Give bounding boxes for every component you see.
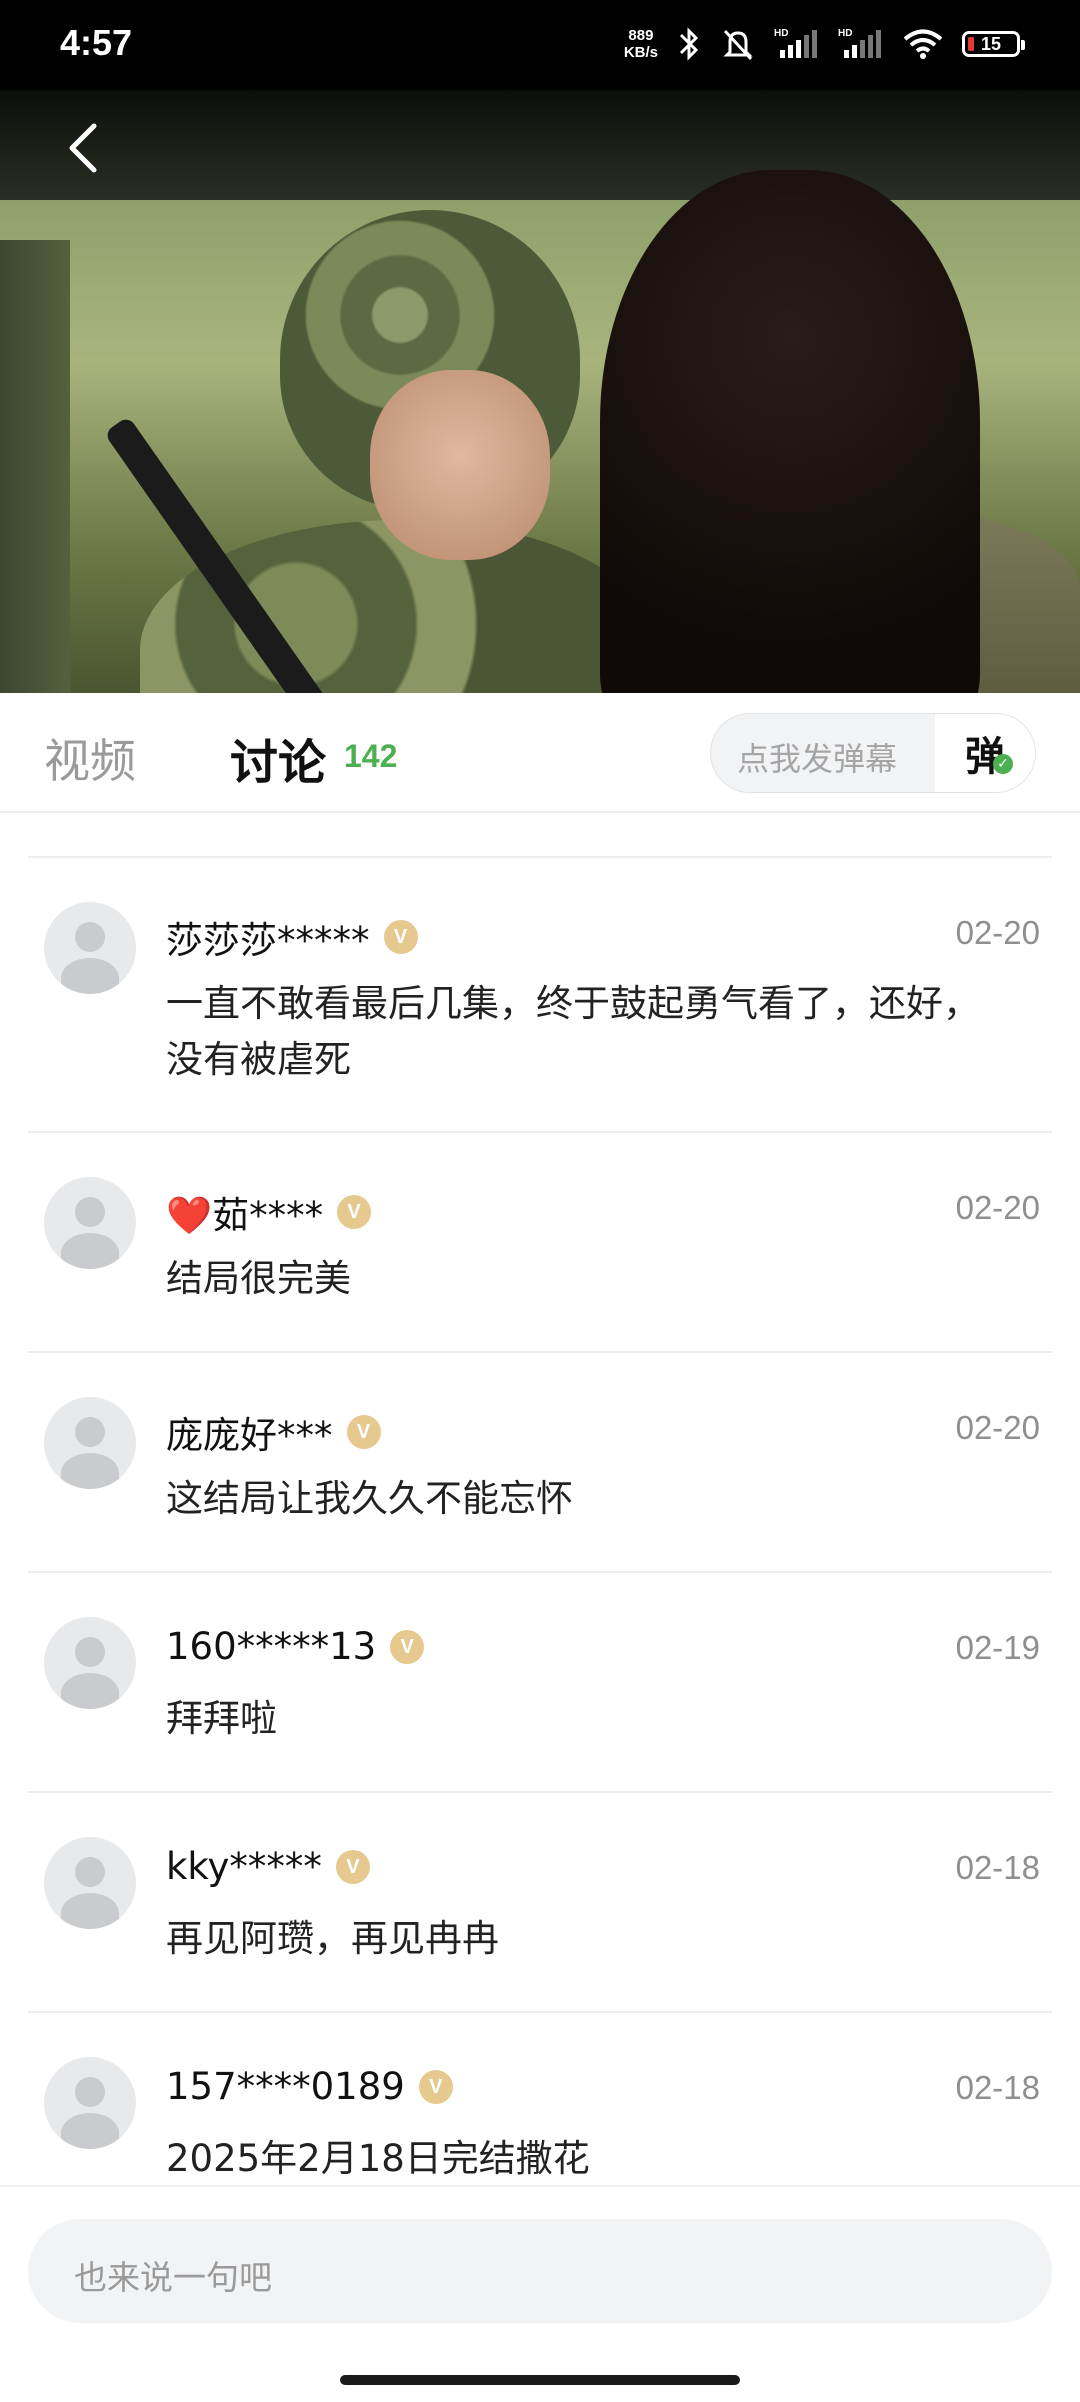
avatar[interactable] — [44, 902, 136, 994]
video-player[interactable] — [0, 90, 1080, 693]
comment-text: 一直不敢看最后几集，终于鼓起勇气看了，还好，没有被虐死 — [166, 982, 980, 1081]
comment-text: 拜拜啦 — [166, 1697, 277, 1740]
comment-username[interactable]: 157****0189 V — [166, 2065, 453, 2108]
network-speed: 889 KB/s — [623, 27, 658, 61]
verified-badge-icon: V — [346, 1415, 381, 1449]
comment-item[interactable]: ❤️茹**** V 02-20 结局很完美 — [28, 1133, 1052, 1353]
verified-badge-icon: V — [335, 1849, 370, 1884]
check-icon: ✓ — [993, 754, 1013, 774]
comment-username[interactable]: 160*****13 V — [166, 1625, 425, 1668]
bell-muted-icon — [723, 29, 753, 61]
signal-icon-1: HD — [774, 28, 817, 58]
verified-badge-icon: V — [418, 2069, 453, 2104]
tab-discussion[interactable]: 讨论 — [230, 723, 326, 793]
comment-date: 02-19 — [955, 1629, 1040, 1666]
tab-video[interactable]: 视频 — [44, 725, 136, 791]
comment-text: 再见阿瓒，再见冉冉 — [166, 1917, 499, 1960]
danmu-input[interactable]: 点我发弹幕 — [737, 734, 897, 780]
verified-badge-icon: V — [337, 1195, 372, 1229]
avatar[interactable] — [44, 1837, 136, 1929]
verified-badge-icon: V — [390, 1629, 425, 1664]
discussion-count: 142 — [344, 738, 398, 774]
danmu-input-box[interactable]: 点我发弹幕 弹 ✓ — [710, 713, 1036, 793]
comment-text: 这结局让我久久不能忘怀 — [166, 1477, 573, 1520]
battery-icon: 15 — [962, 31, 1025, 57]
comment-date: 02-20 — [955, 1189, 1040, 1226]
comment-item[interactable]: kky***** V 02-18 再见阿瓒，再见冉冉 — [28, 1793, 1052, 2013]
status-time: 4:57 — [60, 22, 133, 63]
comment-username[interactable]: 庞庞好*** V — [166, 1405, 381, 1459]
back-arrow-icon[interactable] — [62, 120, 106, 176]
svg-text:HD: HD — [774, 28, 788, 39]
avatar[interactable] — [44, 1617, 136, 1709]
danmu-toggle-button[interactable]: 弹 ✓ — [935, 714, 1035, 792]
comment-text: 2025年2月18日完结撒花 — [166, 2137, 590, 2180]
comment-item[interactable]: 莎莎莎***** V 02-20 一直不敢看最后几集，终于鼓起勇气看了，还好，没… — [28, 858, 1052, 1133]
bottom-input-bar: 也来说一句吧 — [0, 2185, 1080, 2402]
avatar[interactable] — [44, 1177, 136, 1269]
wifi-icon — [903, 29, 943, 59]
comment-date: 02-18 — [955, 2069, 1040, 2106]
home-indicator[interactable] — [340, 2375, 740, 2385]
comment-date: 02-18 — [955, 1849, 1040, 1886]
svg-text:HD: HD — [838, 28, 852, 39]
status-icons: 889 KB/s HD HD 15 — [623, 26, 1025, 62]
avatar[interactable] — [44, 1397, 136, 1489]
bluetooth-icon — [679, 27, 699, 61]
comment-item[interactable]: 160*****13 V 02-19 拜拜啦 — [28, 1573, 1052, 1793]
comment-item[interactable]: 庞庞好*** V 02-20 这结局让我久久不能忘怀 — [28, 1353, 1052, 1573]
tab-bar: 视频 讨论 142 点我发弹幕 弹 ✓ — [0, 693, 1080, 813]
status-bar: 4:57 889 KB/s HD HD 15 — [0, 0, 1080, 90]
verified-badge-icon: V — [383, 920, 418, 954]
signal-icon-2: HD — [838, 28, 881, 58]
comment-username[interactable]: 莎莎莎***** V — [166, 910, 418, 964]
comment-username[interactable]: kky***** V — [166, 1845, 370, 1888]
comment-username[interactable]: ❤️茹**** V — [166, 1185, 372, 1239]
comment-text: 结局很完美 — [166, 1257, 351, 1300]
comment-item[interactable]: 157****0189 V 02-18 2025年2月18日完结撒花 — [28, 2013, 1052, 2185]
comment-list[interactable]: 莎莎莎***** V 02-20 一直不敢看最后几集，终于鼓起勇气看了，还好，没… — [0, 811, 1080, 2185]
comment-date: 02-20 — [955, 914, 1040, 951]
comment-date: 02-20 — [955, 1409, 1040, 1446]
comment-input[interactable]: 也来说一句吧 — [28, 2219, 1052, 2323]
avatar[interactable] — [44, 2057, 136, 2149]
